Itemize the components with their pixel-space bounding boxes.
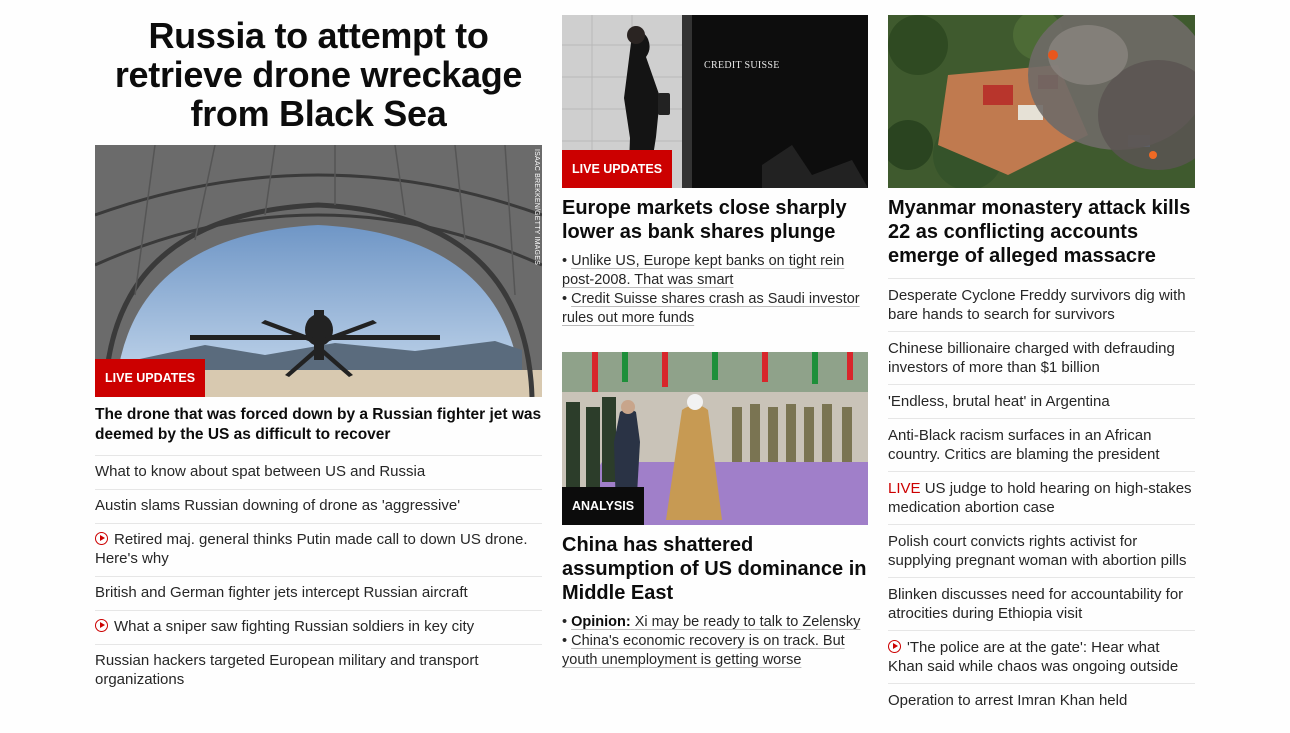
xi-saudi-image[interactable]: ANALYSIS [562, 352, 868, 525]
list-item-text: What to know about spat between US and R… [95, 463, 426, 480]
live-updates-badge[interactable]: LIVE UPDATES [562, 150, 673, 188]
credit-suisse-sign: CREDIT SUISSE [704, 60, 780, 71]
bullet-text: Xi may be ready to talk to Zelensky [634, 614, 861, 630]
list-item[interactable]: What a sniper saw fighting Russian soldi… [95, 610, 542, 644]
list-item[interactable]: 'Endless, brutal heat' in Argentina [888, 384, 1195, 418]
list-item[interactable]: Blinken discusses need for accountabilit… [888, 577, 1195, 630]
list-item-text: Retired maj. general thinks Putin made c… [95, 531, 528, 567]
list-item-text: Desperate Cyclone Freddy survivors dig w… [888, 287, 1186, 323]
list-item[interactable]: Operation to arrest Imran Khan held [888, 683, 1195, 717]
list-item[interactable]: Polish court convicts rights activist fo… [888, 524, 1195, 577]
bullet-link[interactable]: • Unlike US, Europe kept banks on tight … [562, 252, 868, 290]
myanmar-aerial-illustration [888, 15, 1195, 188]
list-item[interactable]: Chinese billionaire charged with defraud… [888, 331, 1195, 384]
myanmar-headline[interactable]: Myanmar monastery attack kills 22 as con… [888, 196, 1195, 268]
list-item-text: Polish court convicts rights activist fo… [888, 533, 1187, 569]
credit-suisse-image[interactable]: CREDIT SUISSE LIVE UPDATES [562, 15, 868, 188]
china-bullets: • Opinion: Xi may be ready to talk to Ze… [562, 613, 868, 670]
myanmar-monastery-image[interactable] [888, 15, 1195, 188]
bullet-text: Unlike US, Europe kept banks on tight re… [562, 253, 845, 288]
china-headline[interactable]: China has shattered assumption of US dom… [562, 533, 868, 605]
live-label: LIVE [888, 480, 921, 497]
related-stories-list: What to know about spat between US and R… [95, 455, 542, 697]
list-item[interactable]: Anti-Black racism surfaces in an African… [888, 418, 1195, 471]
list-item[interactable]: Desperate Cyclone Freddy survivors dig w… [888, 278, 1195, 331]
list-item-text: Blinken discusses need for accountabilit… [888, 586, 1184, 622]
latest-stories-list: Desperate Cyclone Freddy survivors dig w… [888, 278, 1195, 717]
list-item-text: 'The police are at the gate': Hear what … [888, 639, 1179, 675]
list-item-text: Russian hackers targeted European milita… [95, 652, 479, 688]
image-credit: ISAAC BREKKEN/GETTY IMAGES [533, 149, 540, 265]
play-circle-icon [888, 640, 901, 653]
drone-hangar-image[interactable]: ISAAC BREKKEN/GETTY IMAGES LIVE UPDATES [95, 145, 542, 397]
opinion-label: Opinion: [571, 614, 631, 630]
list-item-text: British and German fighter jets intercep… [95, 584, 468, 601]
play-circle-icon [95, 532, 108, 545]
bullet-text: China's economic recovery is on track. B… [562, 633, 845, 668]
list-item-text: Austin slams Russian downing of drone as… [95, 497, 461, 514]
play-circle-icon [95, 619, 108, 632]
right-column: Myanmar monastery attack kills 22 as con… [888, 0, 1195, 717]
list-item[interactable]: British and German fighter jets intercep… [95, 576, 542, 610]
lead-story-column: Russia to attempt to retrieve drone wrec… [95, 0, 542, 697]
analysis-badge[interactable]: ANALYSIS [562, 487, 645, 525]
bullet-link[interactable]: • China's economic recovery is on track.… [562, 632, 868, 670]
list-item-text: What a sniper saw fighting Russian soldi… [114, 618, 475, 635]
live-updates-badge[interactable]: LIVE UPDATES [95, 359, 206, 397]
bullet-link[interactable]: • Opinion: Xi may be ready to talk to Ze… [562, 613, 868, 632]
list-item-text: 'Endless, brutal heat' in Argentina [888, 393, 1110, 410]
list-item[interactable]: LIVE US judge to hold hearing on high-st… [888, 471, 1195, 524]
main-headline[interactable]: Russia to attempt to retrieve drone wrec… [95, 16, 542, 133]
list-item[interactable]: Russian hackers targeted European milita… [95, 644, 542, 697]
list-item[interactable]: What to know about spat between US and R… [95, 455, 542, 489]
bullet-link[interactable]: • Credit Suisse shares crash as Saudi in… [562, 290, 868, 328]
list-item-text: Chinese billionaire charged with defraud… [888, 340, 1175, 376]
europe-bullets: • Unlike US, Europe kept banks on tight … [562, 252, 868, 328]
list-item[interactable]: Retired maj. general thinks Putin made c… [95, 523, 542, 576]
list-item-text: Operation to arrest Imran Khan held [888, 692, 1128, 709]
list-item-text: US judge to hold hearing on high-stakes … [888, 480, 1192, 516]
list-item[interactable]: Austin slams Russian downing of drone as… [95, 489, 542, 523]
middle-column: CREDIT SUISSE LIVE UPDATES Europe market… [562, 0, 868, 670]
list-item[interactable]: 'The police are at the gate': Hear what … [888, 630, 1195, 683]
bullet-text: Credit Suisse shares crash as Saudi inve… [562, 291, 860, 326]
europe-markets-headline[interactable]: Europe markets close sharply lower as ba… [562, 196, 868, 244]
list-item-text: Anti-Black racism surfaces in an African… [888, 427, 1160, 463]
lead-story-headline[interactable]: The drone that was forced down by a Russ… [95, 405, 542, 445]
